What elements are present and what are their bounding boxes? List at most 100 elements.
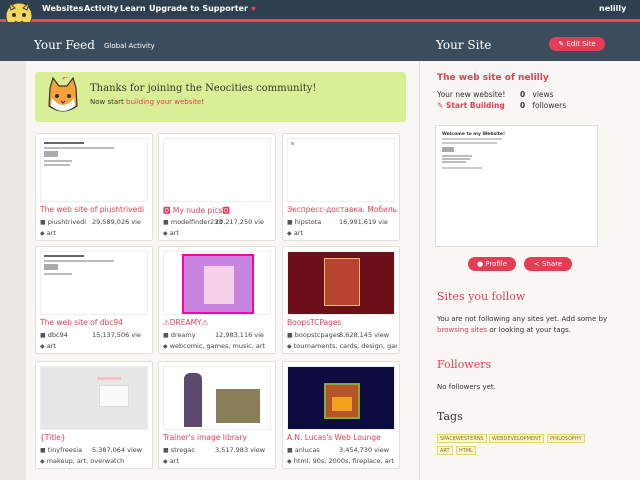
- site-card[interactable]: ⚠DREAMY⚠ ■ dreamy 12,983,116 vie ◆ webcomic…: [158, 246, 276, 354]
- user-icon: ■: [287, 219, 293, 226]
- site-card[interactable]: A.N. Lucas's Web Lounge ■ anlucas 3,454,73…: [282, 361, 400, 469]
- edit-icon: ✎: [437, 101, 444, 110]
- site-thumbnail[interactable]: [163, 366, 271, 430]
- followers-count: 0 followers: [520, 101, 566, 110]
- site-card[interactable]: Экспресс-доставка. Мобильн ■ hipstota 16,9…: [282, 133, 400, 241]
- site-thumbnail[interactable]: [163, 251, 271, 315]
- site-card-username: anlucas: [294, 446, 320, 454]
- site-card-views: 5,387,064 view: [92, 446, 143, 454]
- site-card-title[interactable]: Экспресс-доставка. Мобильн: [287, 205, 397, 214]
- site-card-title[interactable]: {Title}: [40, 433, 150, 442]
- site-card-user[interactable]: ■ piushtrivedi: [40, 218, 86, 226]
- site-card-tag-list[interactable]: makeup, art, overwatch: [47, 457, 125, 465]
- site-card-tags: ◆ art: [163, 229, 273, 237]
- site-card-title[interactable]: 🅾 My nude pics🅾: [163, 205, 273, 216]
- site-card-views: 20,217,250 vie: [215, 218, 264, 226]
- follow-text: You are not following any sites yet. Add…: [437, 314, 622, 336]
- tag-item[interactable]: ART: [437, 446, 453, 455]
- followers-title: Followers: [437, 358, 492, 371]
- site-card-tag-list[interactable]: webcomic, games, music, art: [170, 342, 265, 350]
- site-card-user[interactable]: ■ modelfinder233: [163, 218, 222, 226]
- site-card[interactable]: {Title} ■ tinyfreesia 5,387,064 view ◆ make…: [35, 361, 153, 469]
- site-card[interactable]: BoopsTCPages ■ boopstcpages 8,628,145 view…: [282, 246, 400, 354]
- site-card-title[interactable]: Trainer's image library: [163, 433, 273, 442]
- site-thumbnail[interactable]: [163, 138, 271, 202]
- site-thumbnail[interactable]: [40, 366, 148, 430]
- site-card-tag-list[interactable]: art: [170, 457, 179, 465]
- site-card-title[interactable]: ⚠DREAMY⚠: [163, 318, 273, 327]
- no-followers-text: No followers yet.: [437, 383, 496, 391]
- browsing-sites-link[interactable]: browsing sites: [437, 326, 487, 334]
- preview-image: [442, 147, 454, 152]
- site-card-username: tinyfreesia: [47, 446, 83, 454]
- site-card-views: 12,983,116 vie: [215, 331, 264, 339]
- site-card-title[interactable]: A.N. Lucas's Web Lounge: [287, 433, 397, 442]
- tag-item[interactable]: WEBDEVELOPMENT: [489, 434, 544, 443]
- nav-activity[interactable]: Activity: [84, 4, 119, 13]
- site-card-tags: ◆ makeup, art, overwatch: [40, 457, 150, 465]
- site-card-tag-list[interactable]: art: [47, 229, 56, 237]
- site-card-username: piushtrivedi: [47, 218, 87, 226]
- site-card-tags: ◆ tournaments, cards, design, games...: [287, 342, 397, 350]
- site-card[interactable]: Trainer's image library ■ stregac 3,517,98…: [158, 361, 276, 469]
- nav-learn[interactable]: Learn: [120, 4, 146, 13]
- sites-you-follow-title: Sites you follow: [437, 290, 526, 303]
- welcome-sub-suffix: !: [201, 98, 205, 106]
- site-card-user[interactable]: ■ boopstcpages: [287, 331, 340, 339]
- followers-label: followers: [532, 101, 567, 110]
- site-card-views: 3,517,983 view: [215, 446, 266, 454]
- site-card-tag-list[interactable]: html, 90s, 2000s, fireplace, art: [294, 457, 394, 465]
- site-card-user[interactable]: ■ tinyfreesia: [40, 446, 82, 454]
- nav-user-menu[interactable]: nelilly: [599, 4, 626, 13]
- preview-text-line: [442, 155, 472, 157]
- tag-item[interactable]: HTML: [456, 446, 476, 455]
- site-card[interactable]: 🅾 My nude pics🅾 ■ modelfinder233 20,217,25…: [158, 133, 276, 241]
- site-card-username: boopstcpages: [294, 331, 341, 339]
- site-card-views: 16,991,619 vie: [339, 218, 388, 226]
- site-card-tag-list[interactable]: art: [294, 229, 303, 237]
- global-activity-link[interactable]: Global Activity: [104, 42, 155, 50]
- site-preview-thumbnail[interactable]: Welcome to my Website!: [435, 125, 598, 247]
- site-card-tags: ◆ webcomic, games, music, art: [163, 342, 273, 350]
- site-card-user[interactable]: ■ stregac: [163, 446, 195, 454]
- site-thumbnail[interactable]: [287, 251, 395, 315]
- tag-icon: ◆: [163, 230, 168, 237]
- welcome-banner: Thanks for joining the Neocities communi…: [35, 72, 406, 122]
- tag-icon: ◆: [163, 343, 168, 350]
- welcome-message: Thanks for joining the Neocities communi…: [90, 83, 317, 94]
- site-card-title[interactable]: The web site of piushtrivedi: [40, 205, 150, 214]
- my-site-name[interactable]: The web site of nelilly: [437, 73, 549, 83]
- start-building-link[interactable]: ✎ Start Building: [437, 101, 505, 110]
- site-thumbnail[interactable]: [40, 251, 148, 315]
- follow-text-b: or looking at your tags.: [487, 326, 571, 334]
- site-card[interactable]: The web site of dbc94 ■ dbc94 15,137,506 v…: [35, 246, 153, 354]
- site-card-user[interactable]: ■ anlucas: [287, 446, 320, 454]
- site-card-views: 29,589,026 vie: [92, 218, 141, 226]
- site-card-title[interactable]: BoopsTCPages: [287, 318, 397, 327]
- site-card-title[interactable]: The web site of dbc94: [40, 318, 150, 327]
- edit-site-button[interactable]: ✎ Edit Site: [549, 37, 605, 51]
- site-thumbnail[interactable]: [287, 366, 395, 430]
- site-card-username: dbc94: [47, 331, 68, 339]
- nav-upgrade[interactable]: Upgrade to Supporter ♥: [149, 4, 256, 13]
- tag-item[interactable]: SPACEWESTERNS: [437, 434, 487, 443]
- preview-text-line: [442, 158, 470, 160]
- site-card-user[interactable]: ■ hipstota: [287, 218, 321, 226]
- site-card-tag-list[interactable]: art: [47, 342, 56, 350]
- site-card-user[interactable]: ■ dbc94: [40, 331, 68, 339]
- site-card-tag-list[interactable]: tournaments, cards, design, games...: [294, 342, 397, 350]
- tag-icon: ◆: [40, 343, 45, 350]
- building-website-link[interactable]: building your website: [126, 98, 201, 106]
- site-card-tag-list[interactable]: art: [170, 229, 179, 237]
- share-button[interactable]: < Share: [524, 257, 572, 271]
- site-thumbnail[interactable]: [40, 138, 148, 202]
- nav-websites[interactable]: Websites: [42, 4, 83, 13]
- start-building-label: Start Building: [445, 101, 505, 110]
- site-thumbnail[interactable]: [287, 138, 395, 202]
- tag-item[interactable]: PHILOSOPHY: [547, 434, 585, 443]
- site-card[interactable]: The web site of piushtrivedi ■ piushtrive…: [35, 133, 153, 241]
- profile-button[interactable]: ● Profile: [468, 257, 516, 271]
- site-card-user[interactable]: ■ dreamy: [163, 331, 196, 339]
- site-card-username: dreamy: [170, 331, 196, 339]
- followers-number: 0: [520, 101, 526, 110]
